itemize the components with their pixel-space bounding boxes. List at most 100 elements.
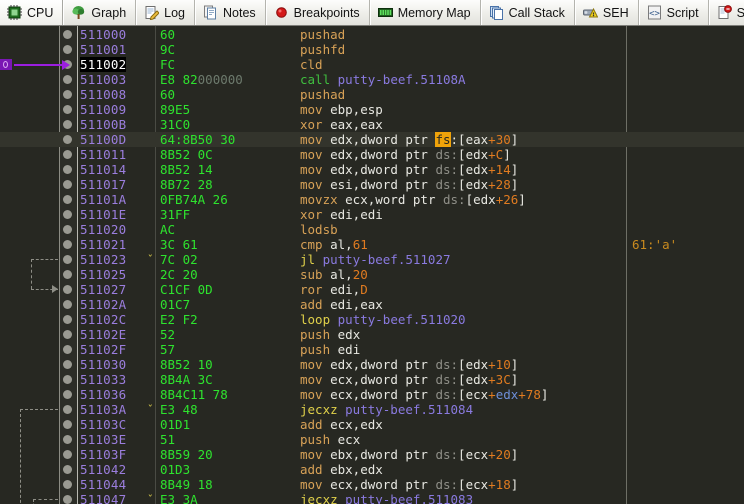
disassembly-row[interactable]: 511036 8B4C11 78 mov ecx,dword ptr ds:[ecx… <box>0 387 744 402</box>
row-address: 511033 <box>80 372 127 387</box>
breakpoint-toggle[interactable] <box>63 255 72 264</box>
disassembly-row[interactable]: 511000 60 pushad <box>0 27 744 42</box>
breakpoint-toggle[interactable] <box>63 120 72 129</box>
disassembly-row[interactable]: 511002 FC cld <box>0 57 744 72</box>
breakpoint-toggle[interactable] <box>63 450 72 459</box>
notes-pages-icon <box>203 5 218 20</box>
log-pencil-icon <box>144 5 160 20</box>
row-bytes: 8B52 0C <box>160 147 213 162</box>
row-address: 51102A <box>80 297 127 312</box>
row-instruction: add ecx,edx <box>300 417 383 432</box>
tab-memory-map[interactable]: Memory Map <box>369 0 481 25</box>
disassembly-row[interactable]: 51103C 01D1 add ecx,edx <box>0 417 744 432</box>
disassembly-row[interactable]: 511027 C1CF 0D ror edi,D <box>0 282 744 297</box>
row-bytes: E8 82000000 <box>160 72 243 87</box>
disassembly-row[interactable]: 51102E 52 push edx <box>0 327 744 342</box>
disassembly-row[interactable]: 51100D 64:8B50 30 mov edx,dword ptr fs:[ea… <box>0 132 744 147</box>
disassembly-row[interactable]: 511044 8B49 18 mov ecx,dword ptr ds:[ecx+1… <box>0 477 744 492</box>
breakpoint-toggle[interactable] <box>63 195 72 204</box>
breakpoint-toggle[interactable] <box>63 405 72 414</box>
tab-cpu[interactable]: CPU <box>0 0 64 25</box>
breakpoint-toggle[interactable] <box>63 135 72 144</box>
disassembly-row[interactable]: 511014 8B52 14 mov edx,dword ptr ds:[edx+1… <box>0 162 744 177</box>
breakpoint-toggle[interactable] <box>63 375 72 384</box>
tab-seh[interactable]: SEH <box>574 0 639 25</box>
breakpoint-toggle[interactable] <box>63 240 72 249</box>
breakpoint-toggle[interactable] <box>63 495 72 504</box>
breakpoint-toggle[interactable] <box>63 210 72 219</box>
breakpoint-toggle[interactable] <box>63 180 72 189</box>
disassembly-row[interactable]: 511025 2C 20 sub al,20 <box>0 267 744 282</box>
row-instruction: cld <box>300 57 323 72</box>
disassembly-row[interactable]: 511008 60 pushad <box>0 87 744 102</box>
row-bytes: 57 <box>160 342 176 357</box>
breakpoint-toggle[interactable] <box>63 60 72 69</box>
row-bytes: 60 <box>160 87 176 102</box>
disassembly-row[interactable]: 511017 8B72 28 mov esi,dword ptr ds:[edx+2… <box>0 177 744 192</box>
disassembly-row[interactable]: 51100B 31C0 xor eax,eax <box>0 117 744 132</box>
breakpoint-toggle[interactable] <box>63 45 72 54</box>
breakpoint-toggle[interactable] <box>63 30 72 39</box>
breakpoint-toggle[interactable] <box>63 150 72 159</box>
row-address: 51103E <box>80 432 127 447</box>
disassembly-row[interactable]: 51101A 0FB74A 26 movzx ecx,word ptr ds:[ed… <box>0 192 744 207</box>
breakpoint-toggle[interactable] <box>63 225 72 234</box>
row-instruction: jecxz putty-beef.511084 <box>300 402 474 417</box>
breakpoint-toggle[interactable] <box>63 75 72 84</box>
tab-script[interactable]: <> Script <box>638 0 709 25</box>
disassembly-view[interactable]: 511000 60 pushad 511001 9C pushfd 511002 FC cld 5… <box>0 26 744 504</box>
seh-warning-icon <box>582 5 598 20</box>
breakpoint-toggle[interactable] <box>63 165 72 174</box>
breakpoint-toggle[interactable] <box>63 315 72 324</box>
row-bytes: E3 48 <box>160 402 198 417</box>
breakpoint-toggle[interactable] <box>63 270 72 279</box>
row-instruction: movzx ecx,word ptr ds:[edx+26] <box>300 192 526 207</box>
row-bytes: 01C7 <box>160 297 191 312</box>
disassembly-row[interactable]: 511033 8B4A 3C mov ecx,dword ptr ds:[edx+3… <box>0 372 744 387</box>
breakpoint-toggle[interactable] <box>63 480 72 489</box>
tab-call-stack[interactable]: Call Stack <box>480 0 575 25</box>
tab-graph[interactable]: Graph <box>63 0 137 25</box>
disassembly-row[interactable]: 51101E 31FF xor edi,edi <box>0 207 744 222</box>
main-tab-bar[interactable]: CPU Graph Log Notes Breakpoints Memory Map Cal… <box>0 0 744 26</box>
breakpoint-toggle[interactable] <box>63 360 72 369</box>
breakpoint-toggle[interactable] <box>63 435 72 444</box>
tab-label: Symbo <box>737 6 744 20</box>
tab-log[interactable]: Log <box>136 0 196 25</box>
breakpoint-toggle[interactable] <box>63 300 72 309</box>
disassembly-row[interactable]: 511020 AC lodsb <box>0 222 744 237</box>
breakpoint-toggle[interactable] <box>63 345 72 354</box>
breakpoint-toggle[interactable] <box>63 105 72 114</box>
breakpoint-toggle[interactable] <box>63 90 72 99</box>
row-address: 51101E <box>80 207 127 222</box>
disassembly-row[interactable]: 511030 8B52 10 mov edx,dword ptr ds:[edx+1… <box>0 357 744 372</box>
row-bytes: 8B52 14 <box>160 162 213 177</box>
disassembly-row[interactable]: 51102C E2 F2 loop putty-beef.511020 <box>0 312 744 327</box>
row-address: 511003 <box>80 72 127 87</box>
disassembly-row[interactable]: 51102F 57 push edi <box>0 342 744 357</box>
breakpoint-toggle[interactable] <box>63 420 72 429</box>
breakpoint-toggle[interactable] <box>63 330 72 339</box>
disassembly-row[interactable]: 51102A 01C7 add edi,eax <box>0 297 744 312</box>
disassembly-row[interactable]: 511021 3C 61 cmp al,61 61:'a' <box>0 237 744 252</box>
breakpoint-toggle[interactable] <box>63 285 72 294</box>
disassembly-row[interactable]: 511009 89E5 mov ebp,esp <box>0 102 744 117</box>
disassembly-row[interactable]: 511003 E8 82000000 call putty-beef.51108A <box>0 72 744 87</box>
jump-arrowhead-icon <box>52 285 58 293</box>
breakpoint-toggle[interactable] <box>63 465 72 474</box>
disassembly-row[interactable]: 51103A ˇ E3 48 jecxz putty-beef.511084 <box>0 402 744 417</box>
tab-symbo[interactable]: Symbo <box>708 0 744 25</box>
row-bytes: 51 <box>160 432 176 447</box>
disassembly-row[interactable]: 511011 8B52 0C mov edx,dword ptr ds:[edx+C… <box>0 147 744 162</box>
tab-notes[interactable]: Notes <box>195 0 266 25</box>
disassembly-row[interactable]: 51103E 51 push ecx <box>0 432 744 447</box>
disassembly-row[interactable]: 511042 01D3 add ebx,edx <box>0 462 744 477</box>
tab-label: Memory Map <box>397 5 471 20</box>
disassembly-row[interactable]: 511047 ˇ E3 3A jecxz putty-beef.511083 <box>0 492 744 504</box>
disassembly-row[interactable]: 511023 ˇ 7C 02 jl putty-beef.511027 <box>0 252 744 267</box>
breakpoint-toggle[interactable] <box>63 390 72 399</box>
disassembly-row[interactable]: 511001 9C pushfd <box>0 42 744 57</box>
tab-breakpoints[interactable]: Breakpoints <box>265 0 370 25</box>
disassembly-row[interactable]: 51103F 8B59 20 mov ebx,dword ptr ds:[ecx+2… <box>0 447 744 462</box>
row-instruction: push edi <box>300 342 361 357</box>
